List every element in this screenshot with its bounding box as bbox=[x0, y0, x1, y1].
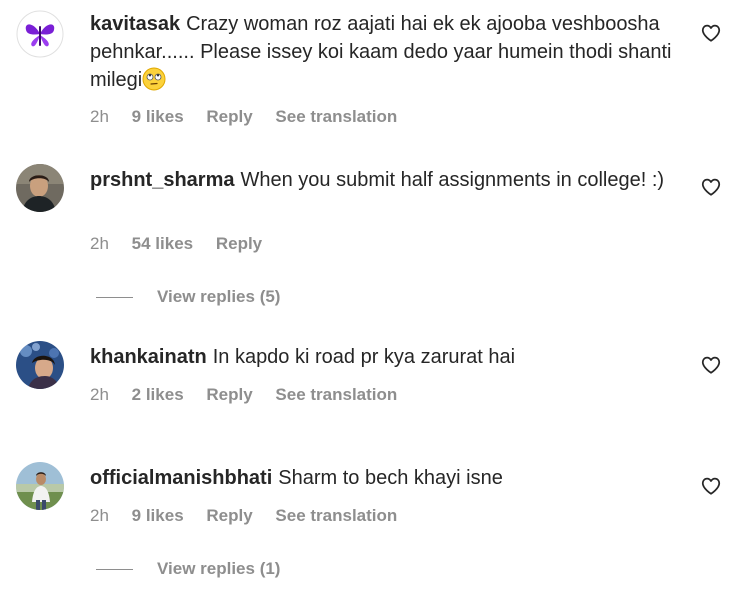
user-photo-avatar-icon bbox=[16, 462, 64, 510]
view-replies-label[interactable]: View replies (1) bbox=[157, 559, 280, 579]
heart-outline-icon bbox=[701, 477, 721, 495]
comment-likes[interactable]: 9 likes bbox=[132, 506, 184, 525]
comment-username[interactable]: officialmanishbhati bbox=[90, 467, 272, 489]
comment-time: 2h bbox=[90, 506, 109, 525]
comment-meta: 2h 9 likes Reply See translation bbox=[90, 505, 415, 527]
like-button[interactable] bbox=[700, 475, 722, 497]
comment-body: officialmanishbhati Sharm to bech khayi i… bbox=[90, 464, 675, 492]
see-translation-button[interactable]: See translation bbox=[275, 506, 397, 525]
avatar[interactable] bbox=[16, 462, 64, 510]
replies-divider bbox=[96, 568, 133, 570]
reply-button[interactable]: Reply bbox=[206, 506, 252, 525]
comment-item: officialmanishbhati Sharm to bech khayi i… bbox=[0, 0, 735, 591]
view-replies-button[interactable]: View replies (1) bbox=[96, 558, 280, 580]
comment-text: Sharm to bech khayi isne bbox=[278, 467, 503, 489]
